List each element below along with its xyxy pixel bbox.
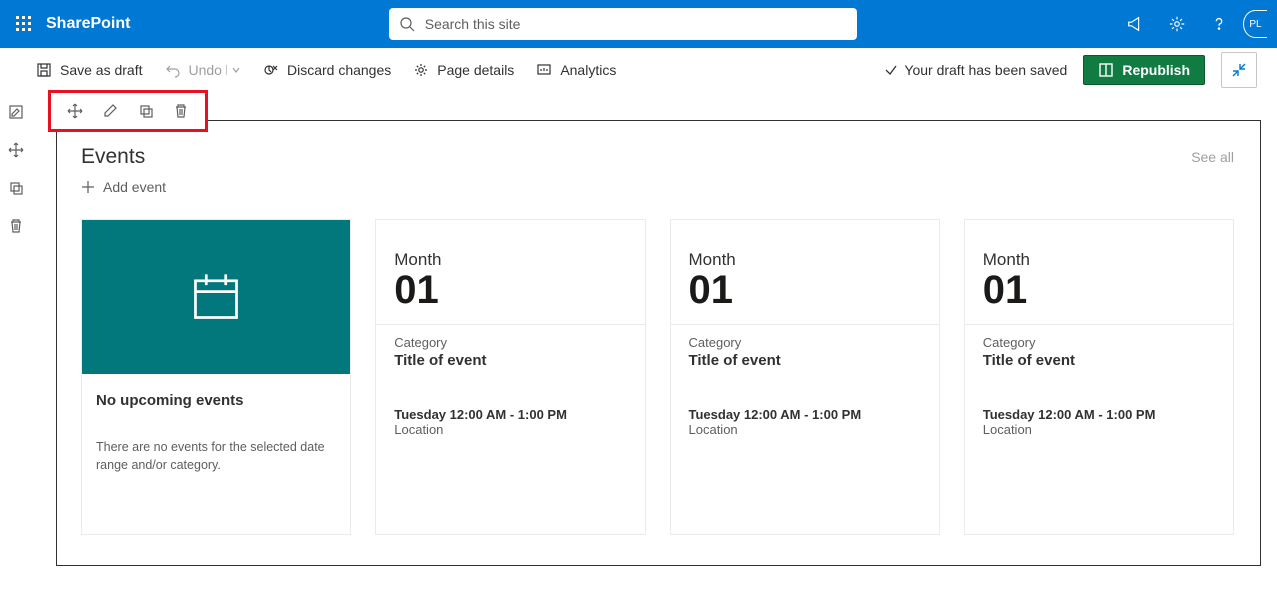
duplicate-webpart-icon[interactable] <box>132 97 160 125</box>
avatar[interactable]: PL <box>1241 0 1269 48</box>
no-events-body: There are no events for the selected dat… <box>96 439 336 474</box>
event-category: Category <box>983 335 1215 350</box>
avatar-initials: PL <box>1243 10 1267 38</box>
event-title: Title of event <box>394 352 626 369</box>
no-events-card: No upcoming events There are no events f… <box>81 219 351 535</box>
page-details-label: Page details <box>437 62 514 78</box>
event-title: Title of event <box>983 352 1215 369</box>
edit-section-icon[interactable] <box>4 100 28 124</box>
events-cards-row: No upcoming events There are no events f… <box>81 219 1234 535</box>
duplicate-section-icon[interactable] <box>4 176 28 200</box>
events-webpart: Events See all Add event No upcoming eve… <box>56 120 1261 566</box>
collapse-icon <box>1231 62 1247 78</box>
search-input[interactable] <box>425 16 847 32</box>
help-icon[interactable] <box>1199 0 1239 48</box>
search-icon <box>399 16 415 32</box>
discard-icon <box>263 62 279 78</box>
delete-webpart-icon[interactable] <box>167 97 195 125</box>
event-location: Location <box>394 422 626 437</box>
megaphone-icon[interactable] <box>1115 0 1155 48</box>
app-launcher-icon[interactable] <box>8 8 40 40</box>
collapse-button[interactable] <box>1221 52 1257 88</box>
saved-status-label: Your draft has been saved <box>904 62 1067 78</box>
settings-icon[interactable] <box>1157 0 1197 48</box>
check-icon <box>884 63 898 77</box>
add-event-label: Add event <box>103 179 166 195</box>
edit-webpart-icon[interactable] <box>96 97 124 125</box>
draft-saved-status: Your draft has been saved <box>884 62 1067 78</box>
plus-icon <box>81 180 95 194</box>
discard-button[interactable]: Discard changes <box>263 62 391 78</box>
event-day: 01 <box>394 270 626 310</box>
move-section-icon[interactable] <box>4 138 28 162</box>
event-month: Month <box>983 250 1215 270</box>
brand-label[interactable]: SharePoint <box>46 15 130 33</box>
save-draft-label: Save as draft <box>60 62 143 78</box>
republish-button[interactable]: Republish <box>1083 55 1205 85</box>
event-card[interactable]: Month 01 Category Title of event Tuesday… <box>670 219 940 535</box>
gear-icon <box>413 62 429 78</box>
save-draft-button[interactable]: Save as draft <box>36 62 143 78</box>
event-category: Category <box>394 335 626 350</box>
command-bar: Save as draft Undo Discard changes Page … <box>0 48 1277 92</box>
event-time: Tuesday 12:00 AM - 1:00 PM <box>394 407 626 422</box>
page-details-button[interactable]: Page details <box>413 62 514 78</box>
add-event-button[interactable]: Add event <box>81 179 1234 195</box>
event-card[interactable]: Month 01 Category Title of event Tuesday… <box>375 219 645 535</box>
undo-label: Undo <box>189 62 222 78</box>
webpart-title: Events <box>81 145 145 169</box>
section-edit-rail <box>4 100 28 238</box>
move-webpart-icon[interactable] <box>61 97 89 125</box>
calendar-icon <box>189 270 243 324</box>
suite-bar: SharePoint PL <box>0 0 1277 48</box>
event-day: 01 <box>983 270 1215 310</box>
event-location: Location <box>689 422 921 437</box>
event-location: Location <box>983 422 1215 437</box>
webpart-toolbar-highlight <box>48 90 208 132</box>
event-title: Title of event <box>689 352 921 369</box>
save-icon <box>36 62 52 78</box>
republish-icon <box>1098 62 1114 78</box>
discard-label: Discard changes <box>287 62 391 78</box>
event-time: Tuesday 12:00 AM - 1:00 PM <box>983 407 1215 422</box>
event-month: Month <box>689 250 921 270</box>
event-card[interactable]: Month 01 Category Title of event Tuesday… <box>964 219 1234 535</box>
event-day: 01 <box>689 270 921 310</box>
undo-chevron-icon[interactable] <box>226 65 241 75</box>
analytics-button[interactable]: Analytics <box>536 62 616 78</box>
undo-button[interactable]: Undo <box>165 62 241 78</box>
analytics-label: Analytics <box>560 62 616 78</box>
calendar-hero <box>82 220 350 374</box>
republish-label: Republish <box>1122 62 1190 78</box>
event-category: Category <box>689 335 921 350</box>
search-box[interactable] <box>389 8 857 40</box>
analytics-icon <box>536 62 552 78</box>
see-all-link[interactable]: See all <box>1191 149 1234 165</box>
no-events-heading: No upcoming events <box>96 392 336 409</box>
undo-icon <box>165 62 181 78</box>
delete-section-icon[interactable] <box>4 214 28 238</box>
event-month: Month <box>394 250 626 270</box>
event-time: Tuesday 12:00 AM - 1:00 PM <box>689 407 921 422</box>
